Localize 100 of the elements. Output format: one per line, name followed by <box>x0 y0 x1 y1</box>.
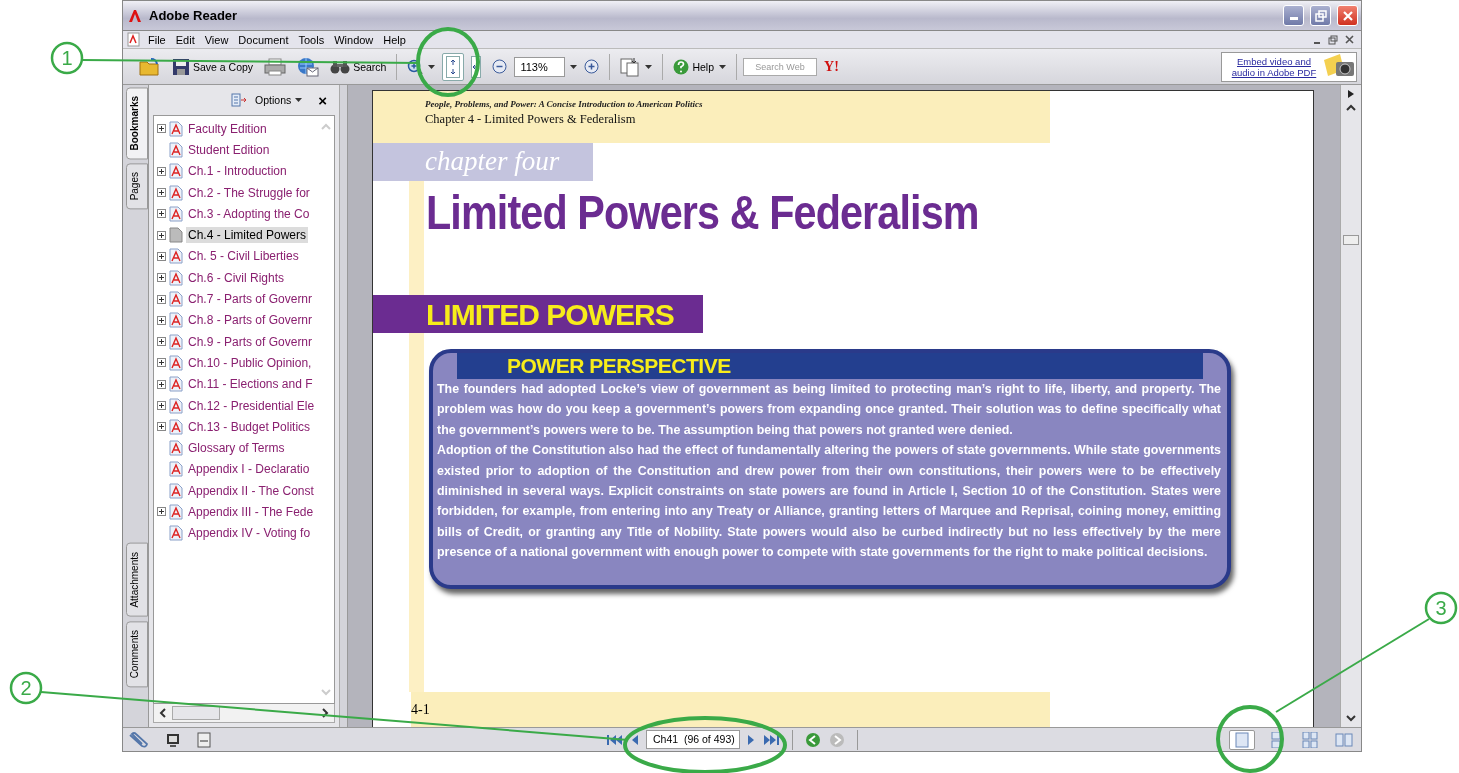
expand-icon[interactable] <box>157 209 166 219</box>
menu-item[interactable]: Help <box>378 33 411 46</box>
bookmark-options-icon[interactable] <box>231 93 248 107</box>
last-page-icon <box>764 733 780 746</box>
minimize-button[interactable] <box>1283 5 1304 26</box>
bookmark-item[interactable]: Appendix III - The Fede <box>186 504 316 520</box>
side-tab[interactable]: Pages <box>126 163 148 210</box>
first-page-icon <box>606 733 622 746</box>
pdf-page-icon <box>168 397 184 414</box>
horizontal-scrollbar[interactable] <box>153 704 335 723</box>
expand-icon[interactable] <box>157 358 166 368</box>
callout-number: 1 <box>50 41 84 75</box>
expand-icon[interactable] <box>157 401 166 410</box>
bookmark-item[interactable]: Ch.2 - The Struggle for <box>186 184 312 201</box>
caret-icon <box>645 64 653 69</box>
scroll-thumb[interactable] <box>172 706 220 720</box>
expand-icon[interactable] <box>157 422 166 432</box>
pdf-page-icon <box>168 291 184 307</box>
expand-icon[interactable] <box>157 294 166 304</box>
expand-icon[interactable] <box>157 230 166 240</box>
fit-page-height-button[interactable] <box>442 52 465 81</box>
caret-icon <box>295 98 303 102</box>
document-icon <box>127 32 141 47</box>
side-tab[interactable]: Comments <box>126 620 148 687</box>
section-heading: LIMITED POWERS <box>373 295 703 333</box>
bookmark-item[interactable]: Ch.12 - Presidential Ele <box>186 397 317 414</box>
monitor-icon[interactable] <box>165 732 181 747</box>
side-tab[interactable]: Attachments <box>126 543 148 617</box>
bookmark-item[interactable]: Ch.13 - Budget Politics <box>186 418 313 435</box>
bookmark-item[interactable]: Appendix I - Declaratio <box>186 461 312 478</box>
menu-item[interactable]: File <box>143 33 171 46</box>
bookmark-item[interactable]: Student Edition <box>186 141 272 158</box>
bookmark-item[interactable]: Ch.7 - Parts of Governr <box>186 291 315 307</box>
last-page-button[interactable] <box>762 733 782 746</box>
menu-item[interactable]: Window <box>329 33 379 46</box>
zoom-field[interactable]: 113% <box>514 56 566 77</box>
expand-icon[interactable] <box>157 124 166 134</box>
back-button[interactable] <box>803 731 823 748</box>
single-page-icon <box>1235 731 1249 748</box>
pdf-page-icon <box>168 248 184 265</box>
bookmark-item[interactable]: Ch.9 - Parts of Governr <box>186 333 315 350</box>
bookmark-item[interactable]: Ch.8 - Parts of Governr <box>186 312 315 329</box>
expand-icon[interactable] <box>157 273 166 283</box>
options-menu-button[interactable]: Options <box>255 94 303 106</box>
single-page-view-button[interactable] <box>1229 729 1255 750</box>
page-number-field[interactable]: Ch41 (96 of 493) <box>646 730 740 749</box>
first-page-button[interactable] <box>604 733 624 746</box>
expand-icon[interactable] <box>157 379 166 389</box>
expand-icon[interactable] <box>157 166 166 176</box>
expand-icon[interactable] <box>157 507 166 517</box>
minimize-icon <box>1289 17 1298 20</box>
fit-height-icon <box>446 55 461 78</box>
bookmark-item[interactable]: Glossary of Terms <box>186 440 287 457</box>
close-panel-button[interactable]: × <box>318 91 327 109</box>
save-copy-button[interactable]: Save a Copy <box>168 52 258 81</box>
box-paragraph: Adoption of the Constitution also had the effect of fundamentally altering the powers of state governments. While state governments existed prior to adoption of the Constitution and drew power from their own constitutions, their powers were to be effectively diminished in several ways. Explicit constraints on state powers are found in Article I, Section 10 of the Constitution. States were forbidden, for example, from entering into any Treaty or Alliance, granting letters of Marquee and Reprisal, coining money, emitting bills of Credit, or granting any Title of Nobility. State powers would also be curbed indirectly but no less effectively by the mere presence of a national government with enough power to compete with state governments for the right to make political decisions. <box>437 442 1221 562</box>
menu-item[interactable]: Edit <box>170 33 200 46</box>
vertical-scrollbar[interactable] <box>1340 85 1361 727</box>
search-button[interactable]: Search <box>326 52 391 81</box>
bookmark-item[interactable]: Appendix IV - Voting fo <box>186 525 313 542</box>
expand-icon[interactable] <box>157 251 166 261</box>
yahoo-button[interactable]: Y! <box>820 58 843 75</box>
help-icon <box>673 58 690 75</box>
bookmark-item[interactable]: Ch.3 - Adopting the Co <box>186 205 312 222</box>
paperclip-icon[interactable] <box>127 730 149 749</box>
globe-envelope-icon <box>297 56 320 77</box>
promo-banner[interactable]: Embed video and audio in Adobe PDF <box>1221 51 1357 82</box>
pdf-page-icon <box>168 141 184 158</box>
web-search-field[interactable]: Search Web <box>743 57 817 76</box>
restore-button[interactable] <box>1325 32 1341 47</box>
expand-arrow-icon[interactable] <box>1346 89 1356 99</box>
pdf-page-icon <box>168 184 184 201</box>
bookmark-item[interactable]: Ch. 5 - Civil Liberties <box>186 248 301 265</box>
bookmark-item[interactable]: Appendix II - The Const <box>186 482 316 499</box>
pdf-page-icon <box>168 418 184 435</box>
caret-icon[interactable] <box>570 64 578 69</box>
menu-item[interactable]: Document <box>233 33 294 46</box>
expand-icon[interactable] <box>157 188 166 198</box>
bookmark-item[interactable]: Ch.4 - Limited Powers <box>186 227 309 244</box>
bookmark-item[interactable]: Ch.10 - Public Opinion, <box>186 354 314 371</box>
scroll-thumb[interactable] <box>1343 235 1359 245</box>
close-icon <box>1341 9 1354 22</box>
bookmark-item[interactable]: Faculty Edition <box>186 120 269 137</box>
expand-icon[interactable] <box>157 337 166 347</box>
pdf-page-icon <box>168 312 184 329</box>
menu-item[interactable]: View <box>199 33 234 46</box>
expand-icon[interactable] <box>157 315 166 325</box>
page-icon <box>168 227 184 244</box>
caret-icon <box>719 64 726 69</box>
window-icon[interactable] <box>197 731 211 748</box>
menu-item[interactable]: Tools <box>293 33 330 46</box>
side-tab[interactable]: Bookmarks <box>126 87 148 160</box>
two-pages-icon <box>1335 732 1353 747</box>
close-button[interactable] <box>1337 5 1358 26</box>
help-button[interactable]: Help <box>669 52 730 81</box>
promo-link[interactable]: Embed video and audio in Adobe PDF <box>1226 55 1322 78</box>
bookmark-item[interactable]: Ch.11 - Elections and F <box>186 376 315 393</box>
bookmark-item[interactable]: Ch.6 - Civil Rights <box>186 269 287 286</box>
restore-button[interactable] <box>1310 5 1331 26</box>
bookmark-item[interactable]: Ch.1 - Introduction <box>186 163 289 180</box>
